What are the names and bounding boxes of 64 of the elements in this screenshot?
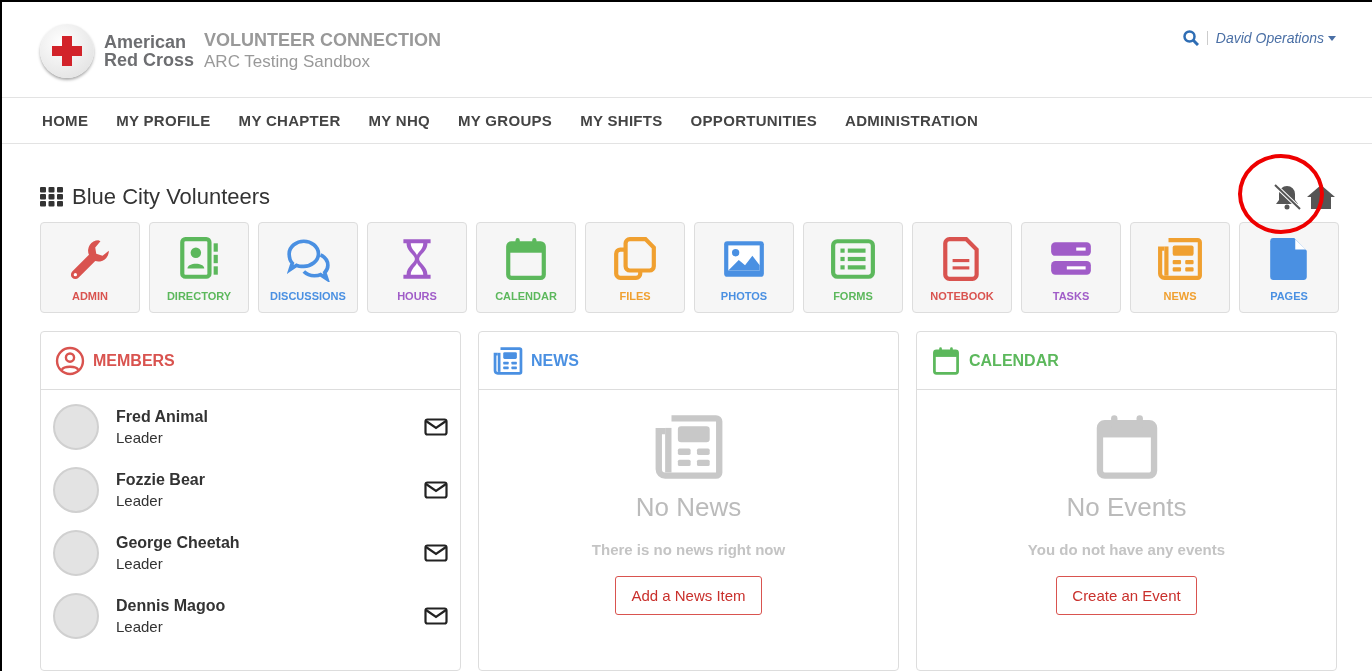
news-icon (1157, 236, 1203, 282)
member-name: Dennis Magoo (116, 596, 227, 615)
app-tile[interactable]: DIRECTORY (149, 222, 249, 313)
avatar-circle (53, 466, 99, 513)
calendar-icon (931, 345, 961, 376)
avatar-circle (53, 529, 99, 576)
member-name: Fozzie Bear (116, 470, 206, 489)
add-button[interactable]: Add a News Item (615, 576, 762, 615)
avatar-circle (53, 403, 99, 450)
empty-message: You do not have any events (1027, 541, 1226, 558)
panel-title: CALENDAR (969, 351, 1059, 370)
news-icon (493, 345, 523, 376)
user-menu[interactable]: David Operations (1215, 30, 1336, 46)
logo-text: Red Cross (104, 51, 195, 69)
app-tile[interactable]: FORMS (803, 222, 903, 313)
member-role: Leader (116, 428, 164, 446)
envelope-icon[interactable] (424, 480, 448, 499)
member-role: Leader (116, 491, 164, 509)
nav-link[interactable]: MY PROFILE (102, 112, 225, 129)
envelope-icon[interactable] (424, 543, 448, 562)
app-tile[interactable]: DISCUSSIONS (258, 222, 358, 313)
forms-icon (830, 236, 876, 282)
nav-link[interactable]: MY CHAPTER (224, 112, 355, 129)
app-tile[interactable]: TASKS (1021, 222, 1121, 313)
caret-icon[interactable] (1328, 35, 1336, 41)
nav-link[interactable]: OPPORTUNITIES (676, 112, 831, 129)
search-icon[interactable] (1182, 30, 1199, 46)
nav-link[interactable]: MY GROUPS (444, 112, 567, 129)
app-tile[interactable]: PAGES (1239, 222, 1339, 313)
app-tile[interactable]: NOTEBOOK (912, 222, 1012, 313)
nav-link[interactable]: HOME (28, 112, 103, 129)
avatar-circle (53, 592, 99, 639)
member-role: Leader (116, 617, 164, 635)
app-tile[interactable]: ADMIN (40, 222, 140, 313)
group-title: Blue City Volunteers (72, 184, 271, 210)
app-tile[interactable]: CALENDAR (476, 222, 576, 313)
muted-bell-icon[interactable] (1272, 183, 1302, 211)
product-name: VOLUNTEER CONNECTION (204, 30, 442, 51)
nav-link[interactable]: ADMINISTRATION (831, 112, 993, 129)
grid-icon (40, 187, 64, 207)
app-tile[interactable]: PHOTOS (694, 222, 794, 313)
cross-logo (40, 24, 94, 78)
files-icon (612, 236, 658, 282)
add-button[interactable]: Create an Event (1056, 576, 1197, 615)
discussions-icon (285, 236, 331, 282)
calendar-icon (503, 236, 549, 282)
nav-link[interactable]: MY SHIFTS (566, 112, 677, 129)
panel-title: NEWS (531, 351, 579, 370)
site-name: ARC Testing Sandbox (204, 51, 372, 72)
member-name: George Cheetah (116, 533, 241, 552)
member-role: Leader (116, 554, 164, 572)
envelope-icon[interactable] (424, 417, 448, 436)
person-icon (55, 345, 85, 376)
member-name: Fred Animal (116, 407, 209, 426)
nav-link[interactable]: MY NHQ (354, 112, 445, 129)
envelope-icon[interactable] (424, 606, 448, 625)
home-icon[interactable] (1306, 184, 1336, 210)
panel-title: MEMBERS (93, 351, 175, 370)
empty-title: No News (635, 492, 742, 523)
newspaper-icon (653, 412, 724, 482)
empty-message: There is no news right now (591, 541, 786, 558)
logo-text: American (104, 33, 188, 51)
empty-title: No Events (1066, 492, 1187, 523)
app-tile[interactable]: HOURS (367, 222, 467, 313)
